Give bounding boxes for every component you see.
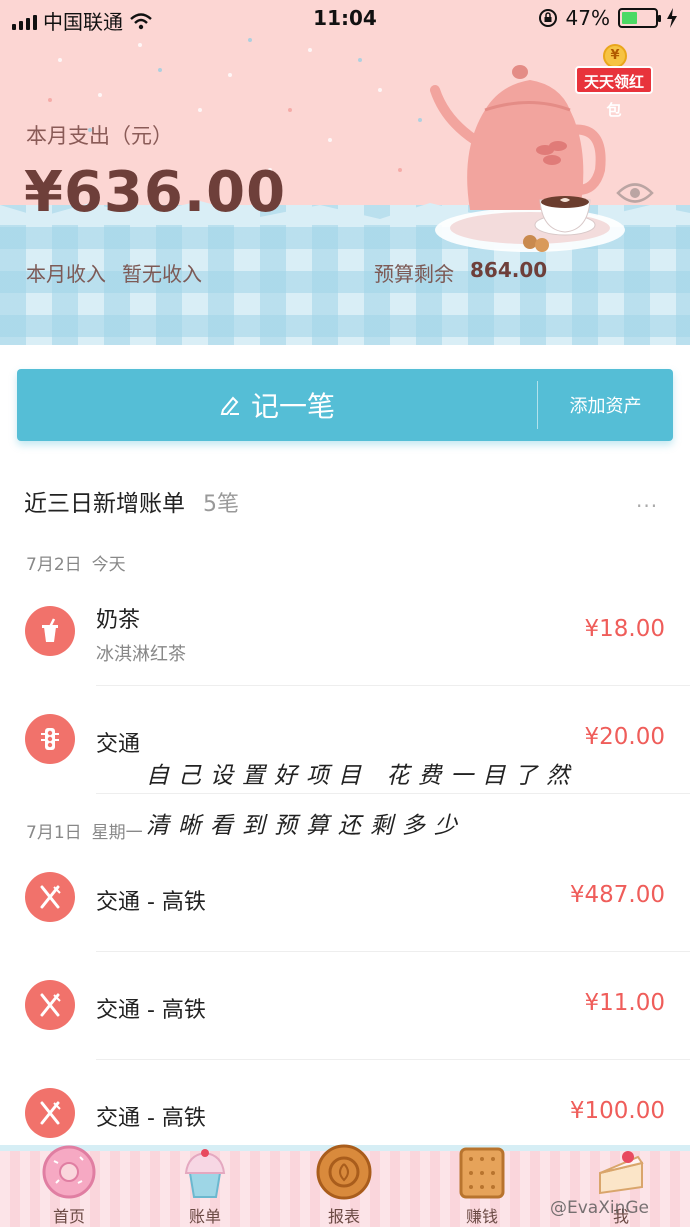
date-header: 7月1日 星期一 — [26, 818, 143, 843]
tab-label: 报表 — [327, 1207, 360, 1226]
red-packet-label: 天天领红包 — [575, 66, 653, 119]
bill-name: 交通 - 高铁 — [96, 998, 206, 1023]
handwritten-note: 自己设置好项目 花费一目了然 — [146, 763, 579, 789]
weekday-text: 星期一 — [91, 823, 143, 843]
more-options-icon[interactable]: ··· — [636, 494, 658, 518]
monthly-income: 本月收入 暂无收入 — [26, 258, 202, 287]
cake-slice-icon — [599, 1151, 644, 1195]
action-bar: 记一笔 添加资产 — [17, 369, 673, 441]
monthly-expense-label: 本月支出（元） — [26, 124, 173, 148]
section-title: 近三日新增账单 — [24, 491, 185, 517]
income-value: 暂无收入 — [122, 262, 202, 286]
tab-home[interactable]: 首页 — [19, 1143, 119, 1227]
bill-name: 交通 - 高铁 — [96, 1106, 206, 1131]
status-bar: 中国联通 11:04 47% — [0, 0, 690, 36]
budget-value: 864.00 — [470, 258, 548, 282]
battery-percent: 47% — [565, 6, 610, 30]
fork-knife-icon — [25, 872, 75, 922]
date-header: 7月2日 今天 — [26, 550, 126, 575]
watermark: @EvaXinGe — [550, 1198, 649, 1218]
cupcake-icon — [184, 1149, 226, 1198]
bill-note: 冰淇淋红茶 — [96, 644, 186, 665]
bill-name: 交通 - 高铁 — [96, 890, 206, 915]
tab-bills[interactable]: 账单 — [155, 1143, 255, 1227]
eye-icon[interactable] — [616, 180, 654, 206]
traffic-light-icon — [25, 714, 75, 764]
charging-bolt-icon — [667, 8, 677, 28]
record-label: 记一笔 — [250, 390, 335, 423]
tab-label: 账单 — [188, 1207, 221, 1226]
biscuit-icon — [459, 1147, 505, 1199]
fork-knife-icon — [25, 1088, 75, 1138]
tab-label: 首页 — [52, 1207, 85, 1226]
bill-name: 奶茶 — [96, 608, 141, 633]
header-banner: 中国联通 11:04 47% ¥ 天天领红包 本月支出（元） ¥636.00 本… — [0, 0, 690, 345]
bill-row[interactable]: 交通 - 高铁 ¥487.00 — [0, 844, 690, 952]
donut-icon — [42, 1145, 96, 1199]
recent-bills-title: 近三日新增账单 5笔 — [24, 484, 239, 518]
tab-label: 赚钱 — [465, 1207, 498, 1226]
add-asset-button[interactable]: 添加资产 — [538, 369, 673, 441]
bill-name: 交通 — [96, 732, 141, 757]
red-packet-button[interactable]: ¥ 天天领红包 — [575, 44, 653, 119]
bill-amount: ¥20.00 — [584, 724, 665, 750]
handwritten-note: 清晰看到预算还剩多少 — [146, 813, 466, 839]
record-button[interactable]: 记一笔 — [17, 369, 537, 441]
pencil-icon — [220, 396, 239, 415]
bill-count: 5笔 — [203, 492, 239, 517]
budget-remaining: 预算剩余 864.00 — [374, 258, 547, 287]
bill-row[interactable]: 奶茶 冰淇淋红茶 ¥18.00 — [0, 578, 690, 686]
budget-label: 预算剩余 — [374, 262, 454, 286]
bill-amount: ¥18.00 — [584, 616, 665, 642]
bill-amount: ¥100.00 — [569, 1098, 665, 1124]
milk-tea-icon — [25, 606, 75, 656]
income-label: 本月收入 — [26, 262, 106, 286]
date-text: 7月1日 — [26, 823, 82, 843]
mooncake-icon — [316, 1144, 372, 1200]
tab-reports[interactable]: 报表 — [294, 1143, 394, 1227]
row-divider — [96, 793, 690, 794]
bill-row[interactable]: 交通 - 高铁 ¥11.00 — [0, 952, 690, 1060]
coin-icon: ¥ — [603, 44, 627, 68]
fork-knife-icon — [25, 980, 75, 1030]
bill-amount: ¥487.00 — [569, 882, 665, 908]
tab-earn[interactable]: 赚钱 — [432, 1143, 532, 1227]
monthly-expense-amount: ¥636.00 — [24, 160, 287, 225]
date-text: 7月2日 — [26, 555, 82, 575]
battery-icon — [618, 8, 661, 28]
bill-amount: ¥11.00 — [584, 990, 665, 1016]
weekday-text: 今天 — [91, 555, 126, 575]
rotation-lock-icon — [538, 9, 557, 27]
